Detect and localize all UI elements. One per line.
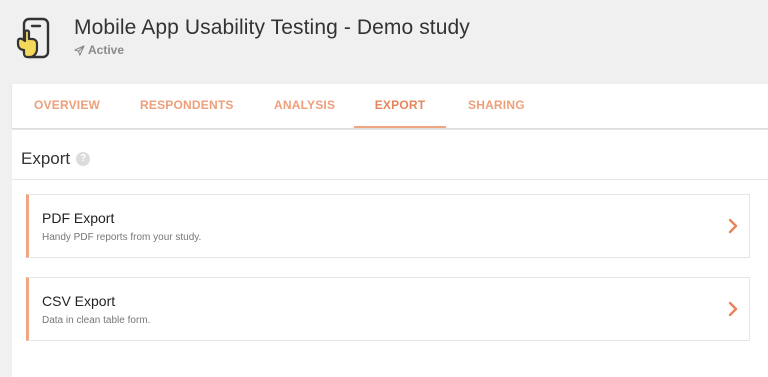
study-title: Mobile App Usability Testing - Demo stud…: [74, 16, 470, 39]
export-item-description: Handy PDF reports from your study.: [42, 232, 202, 243]
tab-analysis[interactable]: ANALYSIS: [274, 84, 335, 128]
pdf-export-item[interactable]: PDF Export Handy PDF reports from your s…: [26, 194, 750, 258]
section-title: Export ?: [21, 149, 91, 169]
study-header: Mobile App Usability Testing - Demo stud…: [0, 0, 768, 84]
tab-overview[interactable]: OVERVIEW: [34, 84, 100, 128]
export-item-description: Data in clean table form.: [42, 315, 151, 326]
chevron-right-icon: [728, 301, 738, 317]
csv-export-item[interactable]: CSV Export Data in clean table form.: [26, 277, 750, 341]
mobile-touch-icon: [16, 17, 50, 59]
divider: [12, 179, 768, 180]
section-title-text: Export: [21, 149, 71, 168]
export-item-name: PDF Export: [42, 210, 115, 226]
status-label: Active: [88, 43, 125, 57]
paper-plane-icon: [74, 44, 85, 56]
chevron-right-icon: [728, 218, 738, 234]
help-icon[interactable]: ?: [76, 152, 91, 166]
status-badge: Active: [74, 43, 124, 57]
export-item-name: CSV Export: [42, 293, 116, 309]
tab-bar: OVERVIEW RESPONDENTS ANALYSIS EXPORT SHA…: [12, 84, 768, 128]
export-panel: Export ? PDF Export Handy PDF reports fr…: [12, 130, 768, 377]
tab-respondents[interactable]: RESPONDENTS: [140, 84, 233, 128]
tab-export[interactable]: EXPORT: [354, 84, 446, 128]
tab-sharing[interactable]: SHARING: [468, 84, 525, 128]
